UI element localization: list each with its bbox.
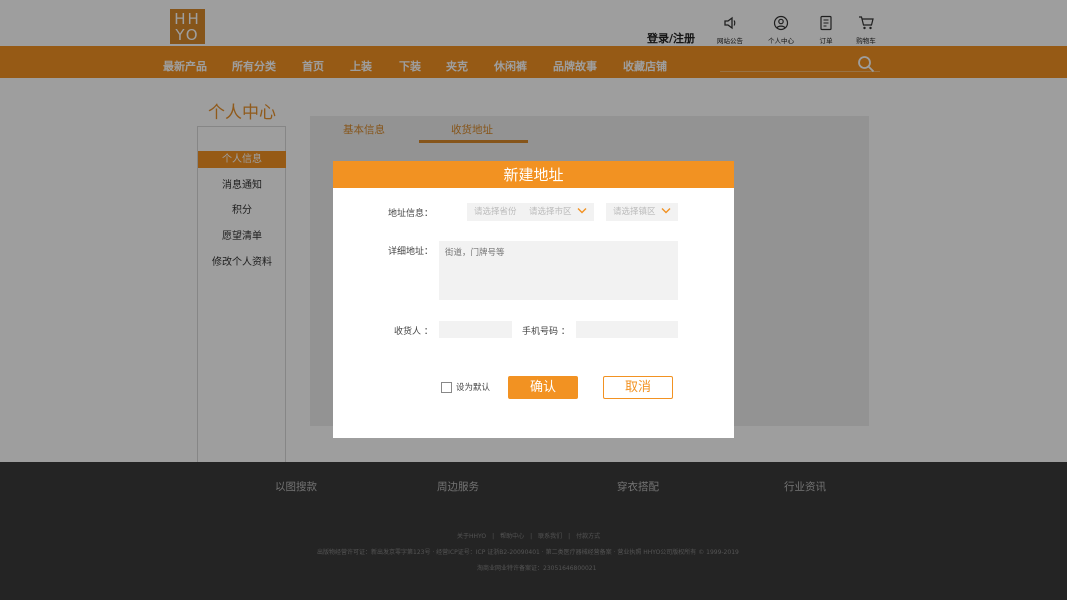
district-select[interactable]: 请选择镇区 <box>606 203 678 221</box>
district-placeholder: 请选择镇区 <box>613 207 656 217</box>
city-placeholder: 请选择市区 <box>529 207 572 217</box>
province-placeholder: 请选择省份 <box>474 207 517 217</box>
cancel-button[interactable]: 取消 <box>603 376 673 399</box>
detail-address-field[interactable] <box>439 241 678 300</box>
default-checkbox[interactable] <box>441 382 452 393</box>
receiver-field[interactable] <box>439 321 512 338</box>
chevron-down-icon <box>577 208 587 214</box>
receiver-label: 收货人 ： <box>394 327 433 337</box>
city-select[interactable]: 请选择市区 <box>522 203 594 221</box>
dialog-title: 新建地址 <box>333 161 734 188</box>
address-label: 地址信息： <box>388 209 434 219</box>
new-address-dialog: 新建地址 地址信息： 请选择省份 请选择市区 请选择镇区 详细地址： 收货人 ：… <box>333 161 734 438</box>
chevron-down-icon <box>661 208 671 214</box>
phone-label: 手机号码 ： <box>522 327 570 337</box>
confirm-button[interactable]: 确认 <box>508 376 578 399</box>
default-label: 设为默认 <box>456 383 491 393</box>
phone-field[interactable] <box>576 321 678 338</box>
detail-address-label: 详细地址： <box>388 247 434 257</box>
